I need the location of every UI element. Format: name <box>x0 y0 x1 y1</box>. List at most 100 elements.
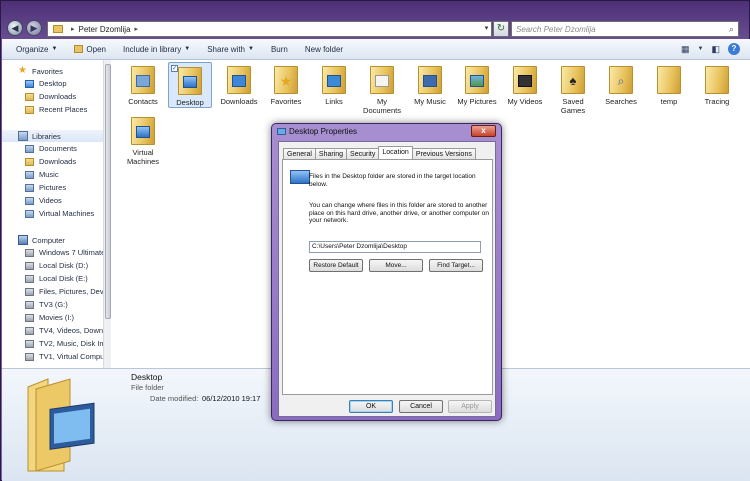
open-button[interactable]: Open <box>74 45 106 54</box>
restore-default-button[interactable]: Restore Default <box>309 259 363 272</box>
folder-my-music[interactable]: My Music <box>408 62 452 106</box>
folder-icon <box>53 25 63 33</box>
folder-searches[interactable]: ⌕ Searches <box>599 62 643 106</box>
nav-item-label: Desktop <box>39 79 67 88</box>
chevron-right-icon[interactable]: ▸ <box>135 25 139 33</box>
folder-label: My Pictures <box>457 97 497 106</box>
folder-desktop[interactable]: ✓ Desktop <box>168 62 212 108</box>
search-icon[interactable]: ⌕ <box>729 24 734 35</box>
forward-button[interactable]: ▶ <box>26 20 42 36</box>
nav-item-documents[interactable]: Documents <box>2 144 77 153</box>
nav-item-virtual-machines[interactable]: Virtual Machines <box>2 209 94 218</box>
location-path-input[interactable]: C:\Users\Peter Dzomlija\Desktop <box>309 241 481 253</box>
nav-item-drive[interactable]: TV3 (G:) <box>2 300 68 309</box>
nav-item-label: Pictures <box>39 183 67 192</box>
videos-icon <box>25 196 34 205</box>
chevron-right-icon[interactable]: ▸ <box>71 25 75 33</box>
chevron-down-icon: ▼ <box>248 46 254 52</box>
tab-previous-versions[interactable]: Previous Versions <box>411 148 476 159</box>
folder-saved-games[interactable]: ♠ Saved Games <box>551 62 595 115</box>
share-with-button[interactable]: Share with ▼ <box>207 45 254 54</box>
address-bar[interactable]: ▸ Peter Dzomlija ▸ <box>47 21 492 37</box>
nav-item-pictures[interactable]: Pictures <box>2 183 66 192</box>
folder-label: Links <box>325 97 343 106</box>
tab-security[interactable]: Security <box>346 148 380 159</box>
preview-pane-icon[interactable]: ◧ <box>711 44 720 55</box>
folder-links[interactable]: Links <box>312 62 356 106</box>
search-input[interactable]: Search Peter Dzomlija ⌕ <box>511 21 739 37</box>
nav-item-drive[interactable]: Windows 7 Ultimate <box>2 248 103 257</box>
nav-item-videos[interactable]: Videos <box>2 196 62 205</box>
back-button[interactable]: ◀ <box>7 20 23 36</box>
nav-item-drive[interactable]: Local Disk (E:) <box>2 274 88 283</box>
apply-button[interactable]: Apply <box>448 400 492 413</box>
nav-item-downloads[interactable]: Downloads <box>2 92 76 101</box>
search-placeholder: Search Peter Dzomlija <box>516 24 596 34</box>
command-bar: Organize ▼ Open Include in library ▼ Share… <box>2 39 750 60</box>
folder-icon <box>657 66 681 94</box>
downloads-icon <box>25 92 34 101</box>
nav-item-desktop[interactable]: Desktop <box>2 79 67 88</box>
nav-item-label: TV2, Music, Disk Im <box>39 339 103 348</box>
folder-my-pictures[interactable]: My Pictures <box>455 62 499 106</box>
nav-item-music[interactable]: Music <box>2 170 59 179</box>
find-target-button[interactable]: Find Target... <box>429 259 483 272</box>
nav-item-label: Music <box>39 170 59 179</box>
help-icon[interactable]: ? <box>728 43 740 55</box>
folder-my-videos[interactable]: My Videos <box>503 62 547 106</box>
desktop-folder-icon <box>178 67 202 95</box>
nav-item-drive[interactable]: TV1, Virtual Compu <box>2 352 103 361</box>
checkbox-icon[interactable]: ✓ <box>171 65 178 72</box>
views-dropdown-icon[interactable]: ▼ <box>698 46 704 52</box>
nav-item-drive[interactable]: TV4, Videos, Downlo <box>2 326 103 335</box>
folder-label: Virtual Machines <box>126 148 160 166</box>
cancel-button[interactable]: Cancel <box>399 400 443 413</box>
pictures-icon <box>25 183 34 192</box>
nav-item-drive[interactable]: TV2, Music, Disk Im <box>2 339 103 348</box>
windows-drive-icon <box>25 248 34 257</box>
nav-libraries[interactable]: Libraries <box>2 130 103 142</box>
games-folder-icon: ♠ <box>561 66 585 94</box>
computer-icon <box>18 235 28 245</box>
burn-label: Burn <box>270 44 288 54</box>
nav-item-label: Downloads <box>39 157 77 166</box>
refresh-button[interactable]: ↻ <box>493 21 509 37</box>
drive-icon <box>25 326 34 335</box>
ok-button[interactable]: OK <box>349 400 393 413</box>
folder-tracing[interactable]: Tracing <box>695 62 739 106</box>
move-button[interactable]: Move... <box>369 259 423 272</box>
folder-favorites[interactable]: ★ Favorites <box>264 62 308 106</box>
close-button[interactable]: x <box>471 125 496 137</box>
breadcrumb[interactable]: Peter Dzomlija <box>79 25 131 34</box>
nav-computer-label: Computer <box>32 235 65 245</box>
music-icon <box>25 170 34 179</box>
folder-downloads[interactable]: Downloads <box>217 62 261 106</box>
nav-favorites[interactable]: ★ Favorites <box>2 66 63 76</box>
nav-item-drive[interactable]: Movies (I:) <box>2 313 74 322</box>
nav-item-label: Local Disk (D:) <box>39 261 89 270</box>
burn-button[interactable]: Burn <box>271 45 288 54</box>
nav-item-downloads-lib[interactable]: Downloads <box>2 157 76 166</box>
folder-my-documents[interactable]: My Documents <box>360 62 404 115</box>
tab-location[interactable]: Location <box>378 146 413 159</box>
tab-sharing[interactable]: Sharing <box>314 148 348 159</box>
nav-scrollbar[interactable] <box>103 60 111 368</box>
music-folder-icon <box>418 66 442 94</box>
nav-item-recent-places[interactable]: Recent Places <box>2 105 87 114</box>
recent-places-icon <box>25 105 34 114</box>
tab-general[interactable]: General <box>283 148 316 159</box>
organize-button[interactable]: Organize ▼ <box>16 45 57 54</box>
downloads-folder-icon <box>227 66 251 94</box>
new-folder-label: New folder <box>304 44 344 54</box>
details-name: Desktop <box>131 372 163 382</box>
include-in-library-button[interactable]: Include in library ▼ <box>123 45 190 54</box>
folder-virtual-machines[interactable]: Virtual Machines <box>121 113 165 166</box>
nav-item-drive[interactable]: Files, Pictures, Dev I <box>2 287 103 296</box>
address-dropdown-icon[interactable]: ▾ <box>481 21 492 37</box>
new-folder-button[interactable]: New folder <box>305 45 343 54</box>
folder-contacts[interactable]: Contacts <box>121 62 165 106</box>
nav-item-drive[interactable]: Local Disk (D:) <box>2 261 88 270</box>
views-icon[interactable]: ▦ <box>681 44 690 55</box>
folder-temp[interactable]: temp <box>647 62 691 106</box>
nav-computer[interactable]: Computer <box>2 235 65 245</box>
